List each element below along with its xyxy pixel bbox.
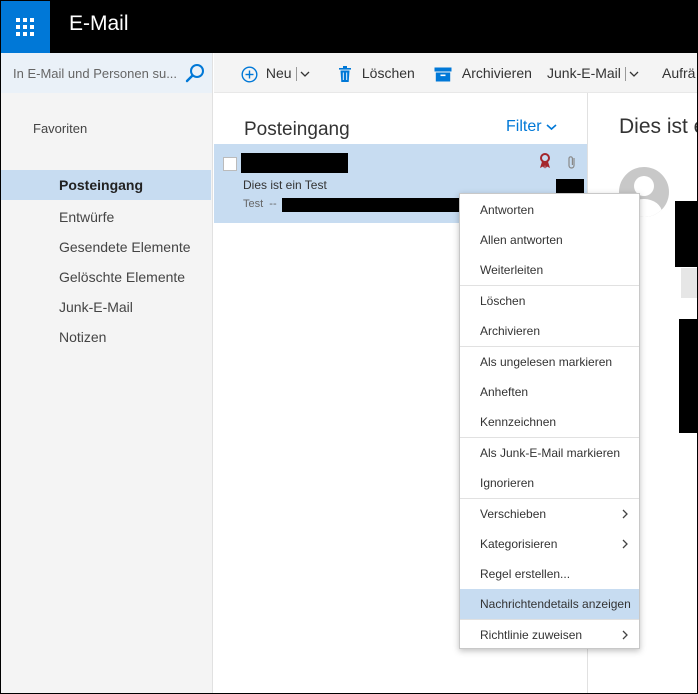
redacted-block [675, 201, 697, 267]
message-checkbox[interactable] [223, 157, 237, 171]
menu-item-delete[interactable]: Löschen [460, 286, 639, 316]
preview-redacted [282, 198, 462, 212]
app-title: E-Mail [69, 12, 129, 35]
cleanup-button-label: Aufrä [662, 65, 696, 81]
waffle-icon [16, 18, 34, 36]
menu-item-archive[interactable]: Archivieren [460, 316, 639, 346]
menu-item-categorize[interactable]: Kategorisieren [460, 529, 639, 559]
menu-item-label: Nachrichtendetails anzeigen [480, 597, 631, 611]
menu-item-flag[interactable]: Kennzeichnen [460, 407, 639, 437]
menu-item-label: Weiterleiten [480, 263, 544, 277]
menu-item-mark-junk[interactable]: Als Junk-E-Mail markieren [460, 438, 639, 468]
redacted-block [679, 319, 697, 433]
filter-label: Filter [506, 118, 542, 135]
favorites-heading[interactable]: Favoriten [33, 121, 87, 136]
cleanup-button[interactable]: Aufrä [662, 53, 696, 92]
menu-item-label: Kennzeichnen [480, 415, 557, 429]
sidebar-item-notizen[interactable]: Notizen [1, 322, 211, 352]
sidebar-item-geloeschte[interactable]: Gelöschte Elemente [1, 262, 211, 292]
sidebar-item-label: Notizen [59, 329, 107, 345]
sidebar-item-label: Posteingang [59, 177, 144, 193]
sidebar-item-junk[interactable]: Junk-E-Mail [1, 292, 211, 322]
trash-icon [339, 65, 351, 82]
paperclip-icon [568, 156, 575, 169]
chevron-down-icon[interactable] [629, 69, 639, 79]
new-button[interactable]: Neu [241, 53, 310, 92]
menu-item-label: Antworten [480, 203, 535, 217]
delete-button[interactable]: Löschen [338, 53, 415, 92]
message-preview: Test -- [243, 198, 277, 210]
command-bar: Neu Löschen Archivieren Junk-E-Mail Aufr… [214, 53, 697, 93]
sidebar-item-label: Entwürfe [59, 209, 115, 225]
menu-item-label: Ignorieren [480, 476, 535, 490]
menu-item-label: Allen antworten [480, 233, 563, 247]
chevron-right-icon [622, 630, 628, 640]
sidebar-item-posteingang[interactable]: Posteingang [1, 170, 211, 200]
date-redacted [556, 179, 584, 193]
junk-button[interactable]: Junk-E-Mail [547, 53, 639, 92]
search-box [1, 53, 213, 93]
delete-button-label: Löschen [361, 65, 415, 81]
ribbon-icon [540, 153, 550, 169]
sidebar-item-label: Junk-E-Mail [59, 299, 133, 315]
menu-item-label: Anheften [480, 385, 529, 399]
menu-item-assign-policy[interactable]: Richtlinie zuweisen [460, 620, 639, 650]
menu-item-ignore[interactable]: Ignorieren [460, 468, 639, 498]
new-button-label: Neu [265, 65, 292, 81]
menu-item-label: Als Junk-E-Mail markieren [480, 446, 621, 460]
menu-item-move[interactable]: Verschieben [460, 499, 639, 529]
menu-item-reply[interactable]: Antworten [460, 195, 639, 225]
archive-icon [434, 67, 452, 82]
menu-item-label: Richtlinie zuweisen [480, 628, 583, 642]
outlook-window: E-Mail Neu Löschen [0, 0, 698, 694]
menu-item-message-details[interactable]: Nachrichtendetails anzeigen [460, 589, 639, 619]
sender-redacted [241, 153, 348, 173]
archive-button-label: Archivieren [461, 65, 532, 81]
search-input[interactable] [13, 62, 183, 84]
redacted-block [681, 268, 697, 298]
chevron-right-icon [622, 509, 628, 519]
chevron-right-icon [622, 539, 628, 549]
menu-item-pin[interactable]: Anheften [460, 377, 639, 407]
menu-item-label: Archivieren [480, 324, 541, 338]
archive-button[interactable]: Archivieren [434, 53, 532, 92]
menu-item-label: Kategorisieren [480, 537, 558, 551]
filter-button[interactable]: Filter [506, 118, 557, 136]
chevron-down-icon [546, 124, 557, 130]
sidebar-item-label: Gesendete Elemente [59, 239, 191, 255]
chevron-down-icon[interactable] [300, 69, 310, 79]
list-title: Posteingang [244, 119, 350, 140]
folder-pane: Favoriten Posteingang Entwürfe Gesendete… [1, 93, 213, 693]
menu-item-label: Regel erstellen... [480, 567, 571, 581]
top-bar: E-Mail [1, 1, 697, 53]
menu-item-create-rule[interactable]: Regel erstellen... [460, 559, 639, 589]
context-menu: Antworten Allen antworten Weiterleiten L… [459, 193, 640, 649]
sidebar-item-entwuerfe[interactable]: Entwürfe [1, 202, 211, 232]
sidebar-item-gesendete[interactable]: Gesendete Elemente [1, 232, 211, 262]
reading-pane-subject: Dies ist e [619, 115, 698, 138]
app-launcher-button[interactable] [1, 1, 50, 53]
menu-item-label: Verschieben [480, 507, 547, 521]
menu-item-label: Löschen [480, 294, 526, 308]
junk-button-label: Junk-E-Mail [547, 65, 621, 81]
message-subject: Dies ist ein Test [243, 178, 327, 192]
sidebar-item-label: Gelöschte Elemente [59, 269, 186, 285]
menu-item-reply-all[interactable]: Allen antworten [460, 225, 639, 255]
search-icon[interactable] [185, 63, 205, 83]
menu-item-forward[interactable]: Weiterleiten [460, 255, 639, 285]
menu-item-mark-unread[interactable]: Als ungelesen markieren [460, 347, 639, 377]
menu-item-label: Als ungelesen markieren [480, 355, 613, 369]
add-circle-icon [241, 66, 258, 83]
